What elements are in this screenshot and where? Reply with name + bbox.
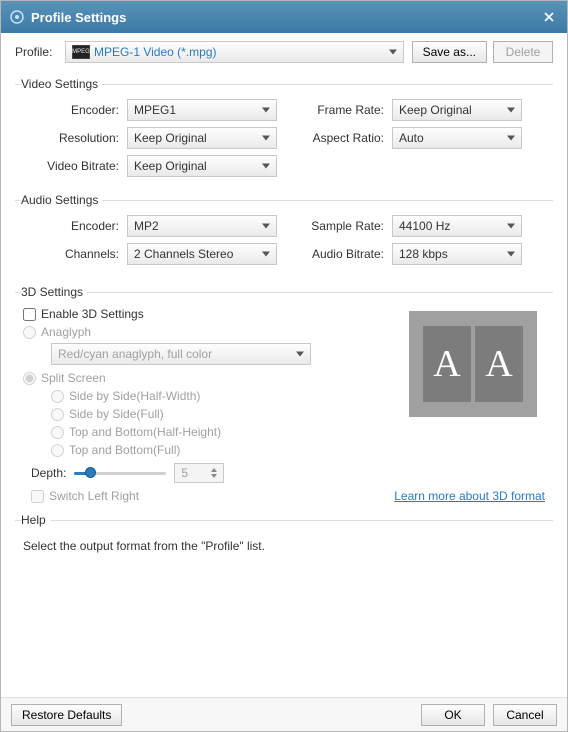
sbs-full-input xyxy=(51,408,64,421)
profile-value: MPEG-1 Video (*.mpg) xyxy=(94,45,217,59)
chevron-down-icon xyxy=(262,108,270,113)
profile-row: Profile: MPEG MPEG-1 Video (*.mpg) Save … xyxy=(15,41,553,63)
chevron-down-icon xyxy=(389,50,397,55)
audio-legend: Audio Settings xyxy=(21,193,102,207)
titlebar: Profile Settings xyxy=(1,1,567,33)
channels-combo[interactable]: 2 Channels Stereo xyxy=(127,243,277,265)
samplerate-label: Sample Rate: xyxy=(284,219,392,233)
framerate-label: Frame Rate: xyxy=(284,103,392,117)
audio-encoder-combo[interactable]: MP2 xyxy=(127,215,277,237)
depth-row: Depth: 5 xyxy=(31,463,553,483)
video-settings-group: Video Settings Encoder: MPEG1 Resolution… xyxy=(15,77,553,187)
framerate-combo[interactable]: Keep Original xyxy=(392,99,522,121)
chevron-down-icon xyxy=(262,164,270,169)
aspect-label: Aspect Ratio: xyxy=(284,131,392,145)
profile-combo[interactable]: MPEG MPEG-1 Video (*.mpg) xyxy=(65,41,404,63)
preview-right: A xyxy=(475,326,523,402)
audio-bitrate-combo[interactable]: 128 kbps xyxy=(392,243,522,265)
samplerate-combo[interactable]: 44100 Hz xyxy=(392,215,522,237)
window-title: Profile Settings xyxy=(31,10,539,25)
sbs-half-input xyxy=(51,390,64,403)
depth-spinner: 5 xyxy=(174,463,224,483)
help-legend: Help xyxy=(21,513,50,527)
spinner-buttons xyxy=(211,465,221,481)
chevron-down-icon xyxy=(262,224,270,229)
enable-3d-input[interactable] xyxy=(23,308,36,321)
tab-full-input xyxy=(51,444,64,457)
chevron-down-icon xyxy=(262,136,270,141)
chevron-down-icon xyxy=(262,252,270,257)
3d-legend: 3D Settings xyxy=(21,285,87,299)
switch-lr-input xyxy=(31,490,44,503)
video-bitrate-combo[interactable]: Keep Original xyxy=(127,155,277,177)
chevron-down-icon xyxy=(507,252,515,257)
chevron-down-icon xyxy=(507,224,515,229)
video-legend: Video Settings xyxy=(21,77,102,91)
depth-slider[interactable] xyxy=(74,466,166,480)
delete-button: Delete xyxy=(493,41,553,63)
3d-settings-group: 3D Settings Enable 3D Settings Anaglyph … xyxy=(15,285,553,507)
tab-half-radio: Top and Bottom(Half-Height) xyxy=(51,425,553,439)
video-encoder-combo[interactable]: MPEG1 xyxy=(127,99,277,121)
anaglyph-combo: Red/cyan anaglyph, full color xyxy=(51,343,311,365)
channels-label: Channels: xyxy=(15,247,127,261)
video-bitrate-label: Video Bitrate: xyxy=(15,159,127,173)
save-as-button[interactable]: Save as... xyxy=(412,41,487,63)
profile-label: Profile: xyxy=(15,45,65,59)
3d-preview: A A xyxy=(409,311,537,417)
tab-full-radio: Top and Bottom(Full) xyxy=(51,443,553,457)
cancel-button[interactable]: Cancel xyxy=(493,704,557,726)
switch-lr-checkbox: Switch Left Right xyxy=(31,489,139,503)
aspect-combo[interactable]: Auto xyxy=(392,127,522,149)
profile-settings-window: Profile Settings Profile: MPEG MPEG-1 Vi… xyxy=(0,0,568,732)
restore-defaults-button[interactable]: Restore Defaults xyxy=(11,704,122,726)
resolution-combo[interactable]: Keep Original xyxy=(127,127,277,149)
chevron-down-icon xyxy=(507,136,515,141)
close-icon[interactable] xyxy=(539,7,559,27)
resolution-label: Resolution: xyxy=(15,131,127,145)
help-group: Help Select the output format from the "… xyxy=(15,513,553,561)
audio-settings-group: Audio Settings Encoder: MP2 Channels: 2 … xyxy=(15,193,553,275)
learn-more-link[interactable]: Learn more about 3D format xyxy=(394,489,545,503)
audio-encoder-label: Encoder: xyxy=(15,219,127,233)
tab-half-input xyxy=(51,426,64,439)
depth-label: Depth: xyxy=(31,466,66,480)
chevron-down-icon xyxy=(507,108,515,113)
audio-bitrate-label: Audio Bitrate: xyxy=(284,247,392,261)
ok-button[interactable]: OK xyxy=(421,704,485,726)
mpeg-icon: MPEG xyxy=(72,45,90,59)
slider-thumb[interactable] xyxy=(85,467,96,478)
video-encoder-label: Encoder: xyxy=(15,103,127,117)
anaglyph-input xyxy=(23,326,36,339)
preview-left: A xyxy=(423,326,471,402)
app-icon xyxy=(9,9,25,25)
content-area: Profile: MPEG MPEG-1 Video (*.mpg) Save … xyxy=(1,33,567,697)
chevron-down-icon xyxy=(296,352,304,357)
help-text: Select the output format from the "Profi… xyxy=(23,539,545,553)
footer: Restore Defaults OK Cancel xyxy=(1,697,567,731)
split-screen-input xyxy=(23,372,36,385)
